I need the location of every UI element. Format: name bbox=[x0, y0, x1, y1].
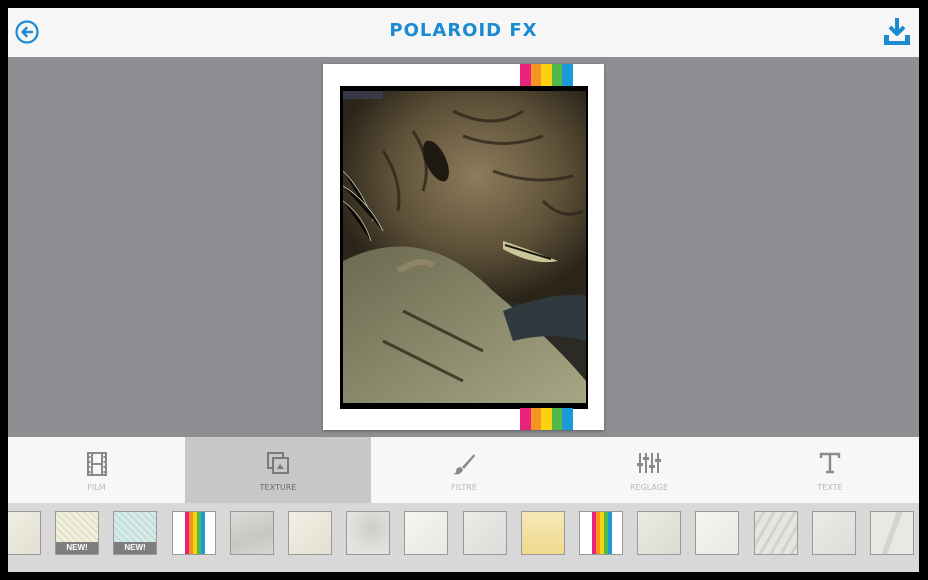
top-bar: POLAROID FX bbox=[8, 8, 919, 58]
tab-texte-label: TEXTE bbox=[817, 483, 843, 492]
polaroid-frame[interactable] bbox=[323, 64, 604, 430]
photo-border bbox=[340, 86, 588, 409]
texture-thumbnail[interactable] bbox=[637, 511, 681, 555]
new-badge: NEW! bbox=[114, 542, 156, 554]
app-window: POLAROID FX FILM TEXTURE FILTRE REGLAGE … bbox=[8, 8, 919, 572]
tab-reglage-label: REGLAGE bbox=[629, 483, 669, 492]
tab-texture[interactable]: TEXTURE bbox=[185, 437, 371, 503]
texture-thumbnail[interactable] bbox=[463, 511, 507, 555]
rainbow-stripe bbox=[592, 512, 612, 554]
new-badge: NEW! bbox=[56, 542, 98, 554]
app-title: POLAROID FX bbox=[389, 20, 538, 41]
rainbow-stripe-bottom bbox=[520, 408, 573, 430]
rainbow-stripe-top bbox=[520, 64, 573, 86]
tool-tabs: FILM TEXTURE FILTRE REGLAGE TEXTE bbox=[8, 437, 919, 503]
tab-film-label: FILM bbox=[87, 483, 106, 492]
film-icon bbox=[86, 452, 107, 476]
tab-film[interactable]: FILM bbox=[8, 437, 185, 503]
cat-photo[interactable] bbox=[343, 91, 586, 403]
sliders-icon bbox=[637, 453, 661, 473]
texture-thumbnail[interactable] bbox=[172, 511, 216, 555]
texture-thumbnail[interactable] bbox=[579, 511, 623, 555]
tab-texture-label: TEXTURE bbox=[259, 483, 297, 492]
texture-thumbnail[interactable] bbox=[288, 511, 332, 555]
texture-thumbnail[interactable] bbox=[404, 511, 448, 555]
editor-canvas bbox=[8, 57, 919, 437]
texture-icon bbox=[267, 452, 289, 474]
texture-thumbnail[interactable] bbox=[754, 511, 798, 555]
texture-thumbnail[interactable] bbox=[521, 511, 565, 555]
texture-thumbnail[interactable] bbox=[230, 511, 274, 555]
texture-thumbnail[interactable]: NEW! bbox=[113, 511, 157, 555]
texture-thumbnail[interactable] bbox=[8, 511, 41, 555]
rainbow-stripe bbox=[185, 512, 205, 554]
brush-icon bbox=[453, 454, 475, 475]
tab-reglage[interactable]: REGLAGE bbox=[557, 437, 741, 503]
tab-filtre[interactable]: FILTRE bbox=[371, 437, 557, 503]
texture-thumbnail[interactable] bbox=[870, 511, 914, 555]
tab-filtre-label: FILTRE bbox=[451, 483, 477, 492]
download-button[interactable] bbox=[881, 16, 913, 48]
texture-thumbnail[interactable] bbox=[812, 511, 856, 555]
texture-thumbnail[interactable] bbox=[346, 511, 390, 555]
download-icon bbox=[884, 18, 910, 45]
texture-strip: NEW! NEW! bbox=[8, 503, 919, 572]
text-icon bbox=[819, 452, 841, 474]
texture-thumbnail[interactable]: NEW! bbox=[55, 511, 99, 555]
tab-texte[interactable]: TEXTE bbox=[741, 437, 919, 503]
texture-thumbnail[interactable] bbox=[695, 511, 739, 555]
